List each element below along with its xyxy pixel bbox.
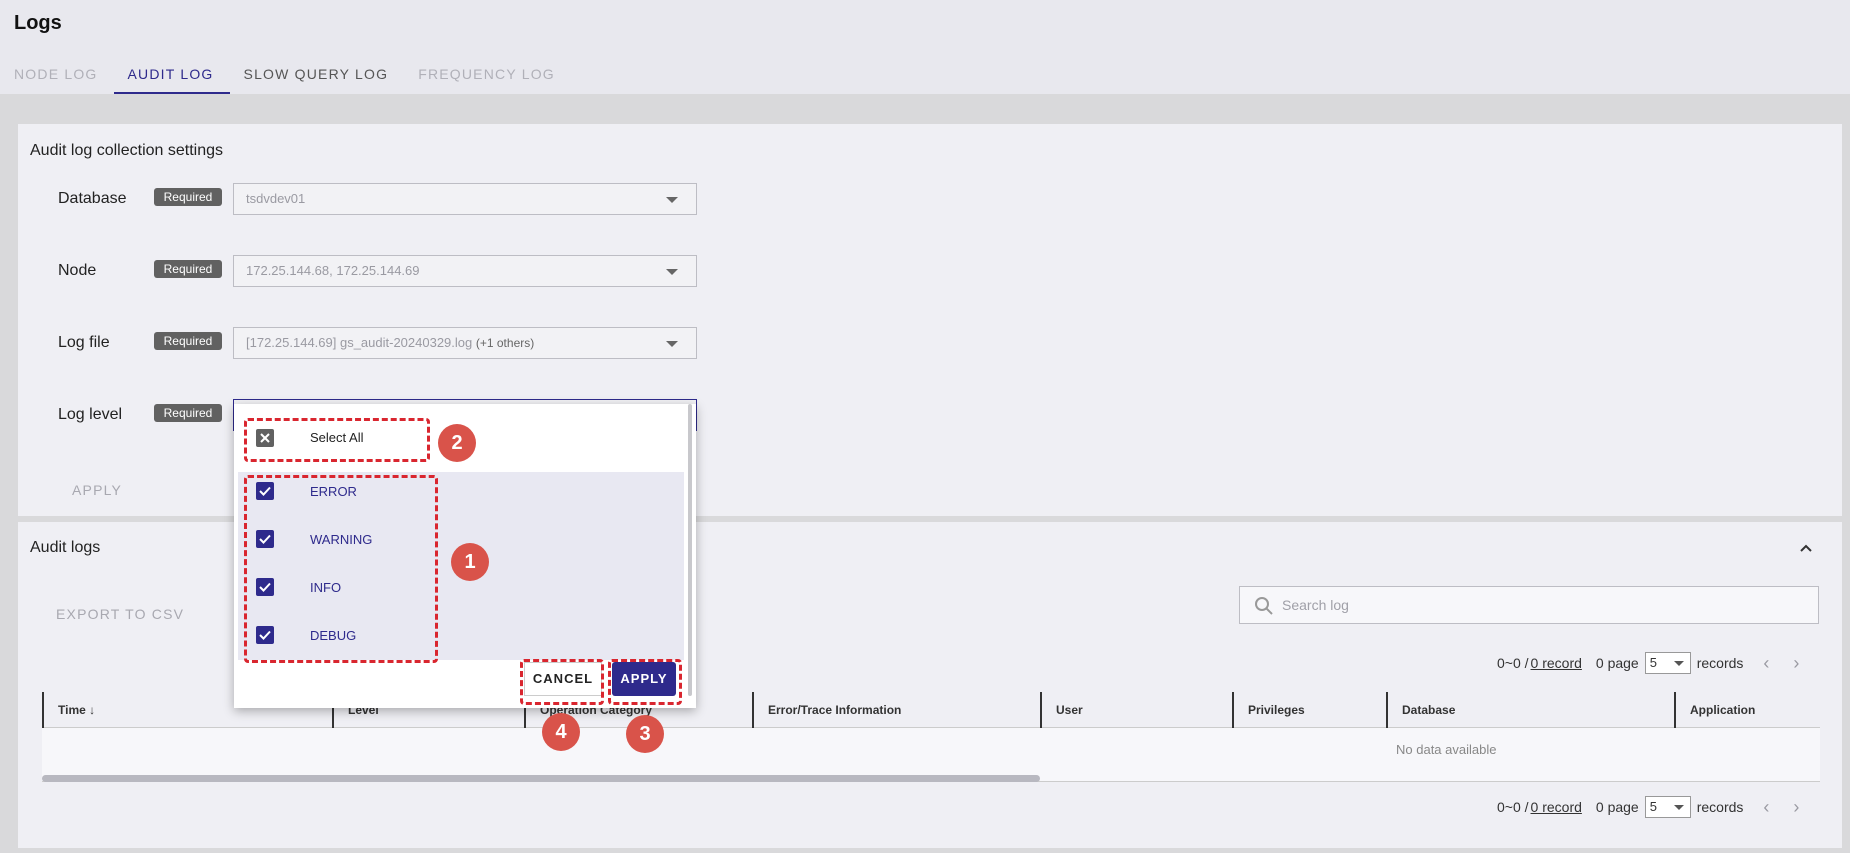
required-badge: Required xyxy=(154,188,222,206)
column-application[interactable]: Application xyxy=(1674,692,1820,728)
search-icon xyxy=(1255,597,1273,615)
pager-range: 0~0 / xyxy=(1497,655,1529,671)
chevron-left-icon[interactable]: ‹ xyxy=(1763,653,1775,674)
column-user[interactable]: User xyxy=(1040,692,1232,728)
required-badge: Required xyxy=(154,332,222,350)
audit-logs-title: Audit logs xyxy=(30,539,101,556)
pager-page-count: 0 page xyxy=(1595,655,1639,671)
annotation-badge-4: 4 xyxy=(542,713,580,751)
page-title: Logs xyxy=(14,12,62,34)
pager-page-count: 0 page xyxy=(1595,799,1639,815)
database-value: tsdvdev01 xyxy=(246,191,306,206)
required-badge: Required xyxy=(154,404,222,422)
node-select[interactable]: 172.25.144.68, 172.25.144.69 xyxy=(233,255,697,287)
search-box xyxy=(1239,586,1819,624)
page-size-value: 5 xyxy=(1649,799,1657,814)
pagination-top: 0~0 / 0 record 0 page 5 records ‹ › xyxy=(1497,651,1805,675)
page-size-value: 5 xyxy=(1649,655,1657,670)
chevron-down-icon xyxy=(1673,661,1684,666)
annotation-box-apply xyxy=(608,659,682,705)
arrow-down-icon: ↓ xyxy=(89,703,96,717)
chevron-right-icon[interactable]: › xyxy=(1793,653,1805,674)
empty-state-text: No data available xyxy=(1396,742,1497,757)
pager-records-label: records xyxy=(1696,655,1744,671)
page-size-select[interactable]: 5 xyxy=(1644,652,1691,674)
tab-node-log[interactable]: NODE LOG xyxy=(0,58,114,94)
pager-range: 0~0 / xyxy=(1497,799,1529,815)
node-label: Node xyxy=(58,262,97,279)
log-level-label: Log level xyxy=(58,406,123,423)
database-select[interactable]: tsdvdev01 xyxy=(233,183,697,215)
pager-records-link[interactable]: 0 record xyxy=(1531,799,1582,815)
log-file-label: Log file xyxy=(58,334,110,351)
header: Logs NODE LOG AUDIT LOG SLOW QUERY LOG F… xyxy=(0,0,1850,94)
log-file-value: [172.25.144.69] gs_audit-20240329.log xyxy=(246,335,473,350)
pagination-bottom: 0~0 / 0 record 0 page 5 records ‹ › xyxy=(1497,795,1805,819)
column-database[interactable]: Database xyxy=(1386,692,1674,728)
dropdown-scrollbar[interactable] xyxy=(688,404,692,696)
node-value: 172.25.144.68, 172.25.144.69 xyxy=(246,263,420,278)
annotation-box-select-all xyxy=(244,418,430,462)
tab-frequency-log[interactable]: FREQUENCY LOG xyxy=(404,58,571,94)
annotation-box-cancel xyxy=(520,659,604,705)
annotation-box-options xyxy=(244,475,438,663)
chevron-right-icon[interactable]: › xyxy=(1793,797,1805,818)
pager-records-label: records xyxy=(1696,799,1744,815)
annotation-badge-3: 3 xyxy=(626,715,664,753)
tab-audit-log[interactable]: AUDIT LOG xyxy=(113,58,230,94)
column-privileges[interactable]: Privileges xyxy=(1232,692,1386,728)
log-file-select[interactable]: [172.25.144.69] gs_audit-20240329.log (+… xyxy=(233,327,697,359)
chevron-down-icon xyxy=(666,269,678,275)
table-body: No data available xyxy=(42,728,1820,782)
chevron-down-icon xyxy=(666,197,678,203)
column-error-trace[interactable]: Error/Trace Information xyxy=(752,692,1040,728)
chevron-down-icon xyxy=(666,341,678,347)
horizontal-scrollbar[interactable] xyxy=(42,775,1040,782)
annotation-badge-1: 1 xyxy=(451,543,489,581)
search-input[interactable] xyxy=(1282,587,1802,623)
column-time-label: Time xyxy=(58,703,86,717)
export-csv-button[interactable]: EXPORT TO CSV xyxy=(56,606,184,622)
settings-title: Audit log collection settings xyxy=(30,142,223,159)
pager-records-link[interactable]: 0 record xyxy=(1531,655,1582,671)
chevron-up-icon[interactable] xyxy=(1798,540,1814,556)
required-badge: Required xyxy=(154,260,222,278)
database-label: Database xyxy=(58,190,127,207)
tab-bar: NODE LOG AUDIT LOG SLOW QUERY LOG FREQUE… xyxy=(0,58,571,94)
log-file-others: (+1 others) xyxy=(475,336,535,350)
settings-apply-button[interactable]: APPLY xyxy=(72,482,122,498)
annotation-badge-2: 2 xyxy=(438,424,476,462)
chevron-left-icon[interactable]: ‹ xyxy=(1763,797,1775,818)
tab-slow-query-log[interactable]: SLOW QUERY LOG xyxy=(230,58,405,94)
page-size-select[interactable]: 5 xyxy=(1644,796,1691,818)
chevron-down-icon xyxy=(1673,805,1684,810)
